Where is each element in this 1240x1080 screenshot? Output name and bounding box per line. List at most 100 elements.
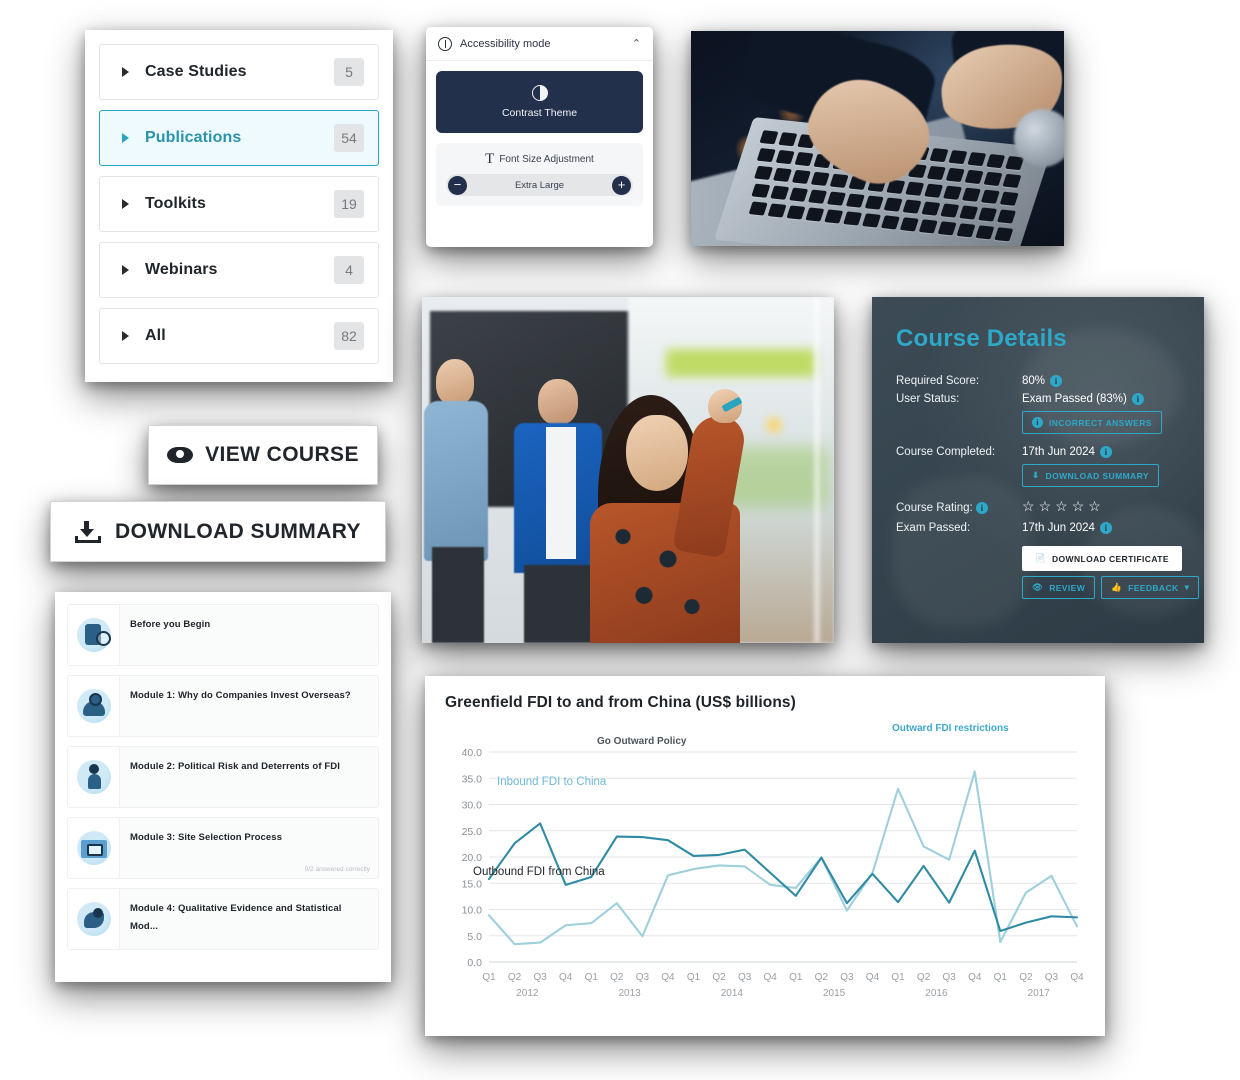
module-body: Module 2: Political Risk and Deterrents … (120, 747, 378, 807)
expand-triangle-icon (122, 331, 129, 341)
course-completed-label: Course Completed: (896, 446, 996, 458)
rating-stars[interactable]: ☆ ☆ ☆ ☆ ☆ (1022, 499, 1101, 513)
module-title: Module 3: Site Selection Process (130, 832, 283, 843)
category-count-badge: 54 (334, 124, 364, 152)
rating-star-1[interactable]: ☆ (1022, 499, 1035, 513)
chart-x-tick-label: Q4 (968, 972, 982, 983)
module-list-item[interactable]: Module 4: Qualitative Evidence and Stati… (67, 888, 379, 950)
chart-x-tick-label: Q2 (815, 972, 829, 983)
certificate-icon: 📄 (1035, 553, 1046, 563)
info-icon-course-completed[interactable]: i (1099, 446, 1112, 458)
chart-y-tick-label: 40.0 (462, 747, 483, 759)
chart-year-label: 2015 (823, 988, 846, 999)
required-score-value: 80% i (1022, 375, 1063, 387)
course-completed-text: 17th Jun 2024 (1022, 446, 1095, 458)
rating-star-4[interactable]: ☆ (1072, 499, 1085, 513)
category-item-publications[interactable]: Publications 54 (99, 110, 379, 166)
category-count-badge: 5 (334, 58, 364, 86)
chart-y-tick-label: 30.0 (462, 800, 483, 812)
screenshot-stage: Case Studies 5 Publications 54 Toolkits 19 Web… (0, 0, 1240, 1080)
category-item-toolkits[interactable]: Toolkits 19 (99, 176, 379, 232)
exam-passed-value: 17th Jun 2024 i (1022, 522, 1112, 534)
chart-year-label: 2014 (721, 988, 744, 999)
font-size-icon: T (485, 151, 495, 167)
rating-star-2[interactable]: ☆ (1039, 499, 1052, 513)
module-list-item[interactable]: Module 2: Political Risk and Deterrents … (67, 746, 379, 808)
font-size-stepper[interactable]: − Extra Large + (446, 174, 633, 196)
review-label: REVIEW (1049, 582, 1086, 593)
module-list-item[interactable]: Before you Begin (67, 604, 379, 666)
course-download-summary-button[interactable]: ⬇ DOWNLOAD SUMMARY (1022, 464, 1159, 487)
course-details-card: Course Details Required Score: 80% i Use… (872, 297, 1204, 643)
chart-y-tick-label: 5.0 (467, 931, 482, 943)
course-details-content: Course Details Required Score: 80% i Use… (872, 297, 1204, 599)
course-details-footer: 📄 DOWNLOAD CERTIFICATE 👁 REVIEW 👍 FEEDBA… (896, 546, 1200, 599)
chart-x-tick-label: Q2 (1019, 972, 1033, 983)
module-list-item[interactable]: Module 3: Site Selection Process 0/2 answ… (67, 817, 379, 879)
row-exam-passed: Exam Passed: 17th Jun 2024 i (896, 522, 1182, 534)
rating-star-3[interactable]: ☆ (1055, 499, 1068, 513)
category-item-all[interactable]: All 82 (99, 308, 379, 364)
user-status-label: User Status: (896, 393, 960, 405)
feedback-label: FEEDBACK (1128, 582, 1179, 593)
person-back-center-shirt (546, 427, 576, 559)
category-item-case-studies[interactable]: Case Studies 5 (99, 44, 379, 100)
module-illustration-icon (76, 618, 111, 652)
contrast-theme-button[interactable]: Contrast Theme (436, 71, 643, 133)
chart-x-tick-label: Q3 (533, 972, 547, 983)
category-item-webinars[interactable]: Webinars 4 (99, 242, 379, 298)
expand-triangle-icon (122, 265, 129, 275)
module-list-item[interactable]: Module 1: Why do Companies Invest Overse… (67, 675, 379, 737)
info-icon-exam-passed[interactable]: i (1099, 522, 1112, 534)
rating-star-5[interactable]: ☆ (1088, 499, 1101, 513)
module-thumbnail (68, 818, 120, 878)
chevron-up-icon[interactable]: ⌃ (632, 37, 641, 50)
module-title: Before you Begin (130, 619, 211, 630)
info-icon-required-score[interactable]: i (1050, 375, 1063, 387)
person-front-face (626, 415, 688, 491)
category-label: Webinars (145, 261, 218, 278)
info-icon-course-rating[interactable]: i (975, 502, 988, 514)
laptop-hands-photo (691, 31, 1064, 246)
font-size-decrease-button[interactable]: − (448, 175, 467, 195)
incorrect-answers-label: INCORRECT ANSWERS (1049, 417, 1152, 428)
chart-x-tick-label: Q3 (636, 972, 650, 983)
view-course-button[interactable]: VIEW COURSE (148, 425, 378, 485)
font-size-increase-button[interactable]: + (612, 175, 631, 195)
module-body: Module 1: Why do Companies Invest Overse… (120, 676, 378, 736)
row-course-completed: Course Completed: 17th Jun 2024 i (896, 446, 1182, 458)
download-summary-button[interactable]: DOWNLOAD SUMMARY (50, 501, 386, 562)
module-body: Module 3: Site Selection Process 0/2 answ… (120, 818, 378, 878)
review-button[interactable]: 👁 REVIEW (1022, 576, 1096, 599)
chart-x-tick-label: Q3 (738, 972, 752, 983)
green-blur-shape (666, 349, 816, 377)
fdi-chart-card: Greenfield FDI to and from China (US$ bi… (425, 676, 1105, 1036)
required-score-label: Required Score: (896, 375, 980, 387)
annotation-outbound-series: Outbound FDI from China (473, 866, 605, 878)
chart-y-tick-label: 35.0 (462, 773, 483, 785)
cup-shape (1014, 109, 1064, 167)
required-score-text: 80% (1022, 375, 1046, 387)
font-size-adjustment-group: T Font Size Adjustment − Extra Large + (436, 143, 643, 206)
info-icon-user-status[interactable]: i (1131, 393, 1144, 405)
incorrect-answers-button[interactable]: i INCORRECT ANSWERS (1022, 411, 1162, 434)
chart-x-tick-label: Q3 (840, 972, 854, 983)
course-rating-label: Course Rating: i (896, 502, 1022, 514)
category-count-badge: 4 (334, 256, 364, 284)
download-certificate-button[interactable]: 📄 DOWNLOAD CERTIFICATE (1022, 546, 1182, 571)
module-illustration-icon (76, 831, 111, 865)
chart-year-label: 2016 (925, 988, 948, 999)
chart-x-tick-label: Q3 (1045, 972, 1059, 983)
download-icon-small: ⬇ (1032, 470, 1040, 480)
feedback-button[interactable]: 👍 FEEDBACK ▾ (1101, 576, 1200, 599)
chart-y-tick-label: 15.0 (462, 878, 483, 890)
accessibility-header[interactable]: Accessibility mode ⌃ (426, 27, 653, 61)
font-size-heading: T Font Size Adjustment (446, 151, 633, 168)
module-title: Module 4: Qualitative Evidence and Stati… (130, 903, 342, 932)
chart-series-line (487, 770, 1079, 946)
module-body: Before you Begin (120, 605, 378, 665)
chart-title: Greenfield FDI to and from China (US$ bi… (445, 694, 796, 711)
chart-x-tick-label: Q2 (917, 972, 931, 983)
accessibility-body: Contrast Theme T Font Size Adjustment − … (426, 61, 653, 216)
chart-x-tick-label: Q4 (559, 972, 573, 983)
